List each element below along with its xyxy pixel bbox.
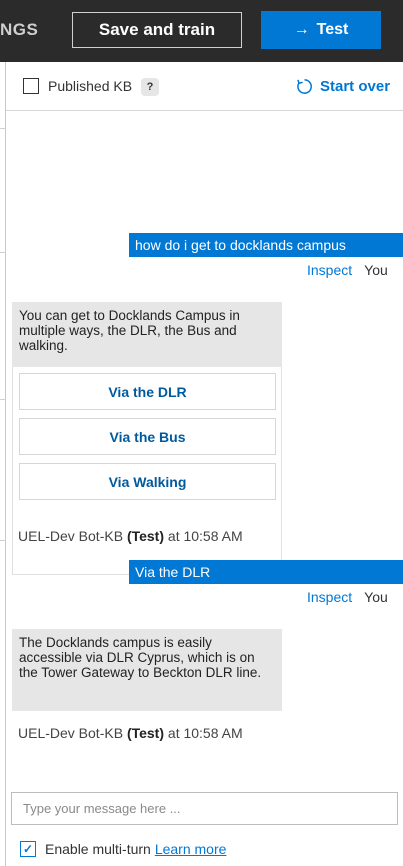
save-and-train-button[interactable]: Save and train bbox=[72, 12, 242, 48]
top-bar: NGS Save and train → Test bbox=[0, 0, 403, 62]
bot-message-meta: UEL-Dev Bot-KB (Test) at 10:58 AM bbox=[18, 725, 243, 741]
start-over-label: Start over bbox=[320, 78, 391, 95]
help-icon[interactable]: ? bbox=[141, 78, 159, 96]
bot-time: at 10:58 AM bbox=[167, 528, 243, 544]
sender-label: You bbox=[364, 589, 388, 605]
panel-header: Published KB ? Start over bbox=[6, 62, 403, 111]
bot-name: UEL-Dev Bot-KB bbox=[18, 528, 124, 544]
bot-message-meta: UEL-Dev Bot-KB (Test) at 10:58 AM bbox=[18, 528, 243, 544]
test-button[interactable]: → Test bbox=[261, 11, 381, 49]
start-over-button[interactable]: Start over bbox=[295, 77, 390, 96]
multiturn-label: Enable multi-turn bbox=[45, 841, 151, 857]
bot-name: UEL-Dev Bot-KB bbox=[18, 725, 124, 741]
user-message-meta: Inspect You bbox=[307, 262, 388, 278]
bot-message: You can get to Docklands Campus in multi… bbox=[12, 302, 282, 368]
message-input[interactable] bbox=[11, 792, 398, 825]
user-message: how do i get to docklands campus bbox=[129, 233, 403, 257]
partial-tab-label[interactable]: NGS bbox=[0, 20, 38, 40]
inspect-link[interactable]: Inspect bbox=[307, 262, 352, 278]
option-via-bus-button[interactable]: Via the Bus bbox=[19, 418, 276, 455]
refresh-icon bbox=[297, 79, 312, 94]
test-button-label: Test bbox=[316, 21, 349, 38]
learn-more-link[interactable]: Learn more bbox=[155, 841, 227, 857]
user-message: Via the DLR bbox=[129, 560, 403, 584]
enable-multiturn-checkbox[interactable]: ✓ bbox=[20, 841, 36, 857]
sender-label: You bbox=[364, 262, 388, 278]
bot-time: at 10:58 AM bbox=[167, 725, 243, 741]
multiturn-row: ✓ Enable multi-turn Learn more bbox=[20, 841, 226, 857]
option-via-walking-button[interactable]: Via Walking bbox=[19, 463, 276, 500]
published-kb-label: Published KB bbox=[48, 78, 133, 94]
option-via-dlr-button[interactable]: Via the DLR bbox=[19, 373, 276, 410]
inspect-link[interactable]: Inspect bbox=[307, 589, 352, 605]
bot-tag: (Test) bbox=[126, 528, 165, 544]
arrow-right-icon: → bbox=[293, 21, 310, 38]
test-chat-panel: Published KB ? Start over how do i get t… bbox=[6, 62, 403, 866]
published-kb-checkbox[interactable] bbox=[23, 78, 39, 94]
bot-tag: (Test) bbox=[126, 725, 165, 741]
user-message-meta: Inspect You bbox=[307, 589, 388, 605]
bot-message: The Docklands campus is easily accessibl… bbox=[12, 629, 282, 711]
